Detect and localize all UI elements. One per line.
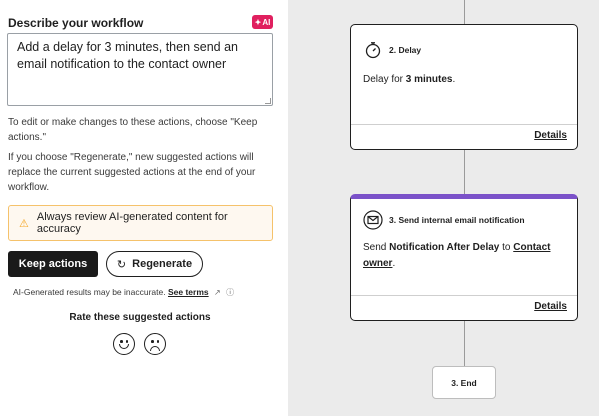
email-card-header: 3. Send internal email notification	[363, 210, 525, 230]
delay-details-link[interactable]: Details	[534, 130, 567, 141]
sparkle-icon: ✦	[254, 17, 262, 27]
delay-card-title: 2. Delay	[389, 45, 422, 55]
refresh-icon: ↻	[116, 258, 127, 271]
info-icon[interactable]: ⓘ	[226, 288, 234, 297]
textarea-resize-handle[interactable]	[265, 98, 271, 104]
connector-line	[464, 0, 465, 25]
end-node[interactable]: 3. End	[432, 366, 496, 399]
panel-title: Describe your workflow	[8, 16, 144, 30]
email-card-title: 3. Send internal email notification	[389, 215, 525, 225]
help-text-keep: To edit or make changes to these actions…	[8, 117, 258, 143]
keep-actions-button[interactable]: Keep actions	[8, 251, 98, 277]
help-text-regenerate: If you choose "Regenerate," new suggeste…	[8, 152, 256, 193]
delay-card-header: 2. Delay	[363, 40, 421, 60]
connector-line	[464, 150, 465, 194]
external-link-icon[interactable]: ↗	[214, 288, 221, 297]
sad-face-icon[interactable]	[144, 333, 166, 355]
email-icon	[363, 210, 383, 230]
workflow-ai-panel: Describe your workflow ✦ AI Add a delay …	[0, 0, 288, 416]
smiley-face-icon[interactable]	[113, 333, 135, 355]
workflow-canvas[interactable]: 2. Delay Delay for 3 minutes. Details 3.…	[288, 0, 599, 416]
see-terms-link[interactable]: See terms	[168, 287, 209, 297]
regenerate-label: Regenerate	[132, 258, 193, 270]
ai-badge: ✦ AI	[252, 15, 273, 29]
rate-title: Rate these suggested actions	[69, 312, 211, 323]
warning-icon: ⚠	[19, 217, 29, 230]
ai-disclaimer: AI-Generated results may be inaccurate. …	[13, 287, 234, 298]
email-card-body: Send Notification After Delay to Contact…	[363, 242, 551, 269]
workflow-description-input[interactable]: Add a delay for 3 minutes, then send an …	[7, 33, 273, 106]
email-action-card[interactable]: 3. Send internal email notification Send…	[350, 194, 578, 321]
email-card-footer: Details	[351, 295, 577, 320]
delay-card-body: Delay for 3 minutes.	[363, 74, 456, 85]
connector-line	[464, 321, 465, 366]
delay-card-footer: Details	[351, 124, 577, 149]
delay-action-card[interactable]: 2. Delay Delay for 3 minutes. Details	[350, 24, 578, 150]
ai-review-alert: ⚠ Always review AI-generated content for…	[8, 205, 273, 241]
ai-badge-label: AI	[262, 17, 271, 27]
email-details-link[interactable]: Details	[534, 301, 567, 312]
disclaimer-text: AI-Generated results may be inaccurate.	[13, 287, 166, 297]
regenerate-button[interactable]: ↻ Regenerate	[106, 251, 203, 277]
stopwatch-icon	[363, 40, 383, 60]
alert-text: Always review AI-generated content for a…	[36, 211, 228, 235]
